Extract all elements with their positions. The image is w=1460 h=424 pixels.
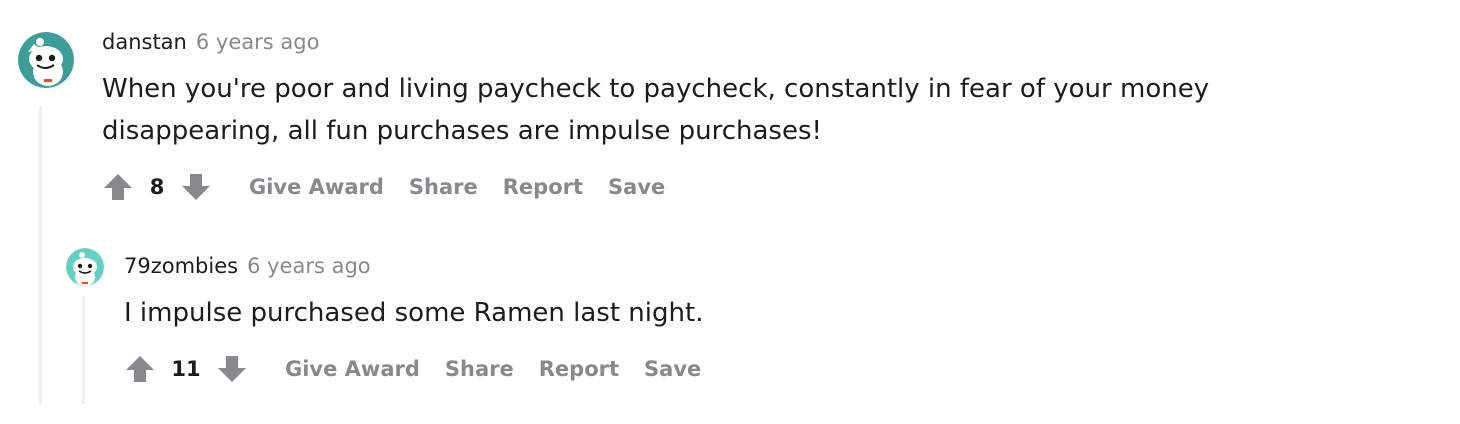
comment-author[interactable]: 79zombies [124, 254, 238, 278]
give-award-button[interactable]: Give Award [249, 175, 384, 199]
vote-score: 11 [171, 357, 201, 381]
user-avatar[interactable] [18, 32, 74, 88]
comment-author[interactable]: danstan [102, 30, 187, 54]
upvote-arrow-icon [126, 356, 154, 382]
save-button[interactable]: Save [644, 357, 701, 381]
comment-actions: 8 Give Award Share Report Save [101, 170, 665, 204]
downvote-button[interactable] [179, 170, 213, 204]
thread-line[interactable] [39, 106, 42, 404]
give-award-button[interactable]: Give Award [285, 357, 420, 381]
report-button[interactable]: Report [539, 357, 619, 381]
comment-body: When you're poor and living paycheck to … [102, 74, 1210, 146]
thread-line-reply[interactable] [82, 296, 85, 404]
vote-score: 8 [149, 175, 165, 199]
downvote-button[interactable] [215, 352, 249, 386]
comment-body: I impulse purchased some Ramen last nigh… [124, 298, 704, 328]
share-button[interactable]: Share [409, 175, 478, 199]
snoo-avatar-icon [66, 248, 104, 286]
downvote-arrow-icon [218, 356, 246, 382]
share-button[interactable]: Share [445, 357, 514, 381]
upvote-button[interactable] [123, 352, 157, 386]
user-avatar[interactable] [66, 248, 104, 286]
comment-timestamp[interactable]: 6 years ago [196, 30, 320, 54]
save-button[interactable]: Save [608, 175, 665, 199]
comment-actions: 11 Give Award Share Report Save [123, 352, 701, 386]
comment-timestamp[interactable]: 6 years ago [247, 254, 371, 278]
upvote-arrow-icon [104, 174, 132, 200]
snoo-avatar-icon [18, 32, 74, 88]
upvote-button[interactable] [101, 170, 135, 204]
report-button[interactable]: Report [503, 175, 583, 199]
downvote-arrow-icon [182, 174, 210, 200]
